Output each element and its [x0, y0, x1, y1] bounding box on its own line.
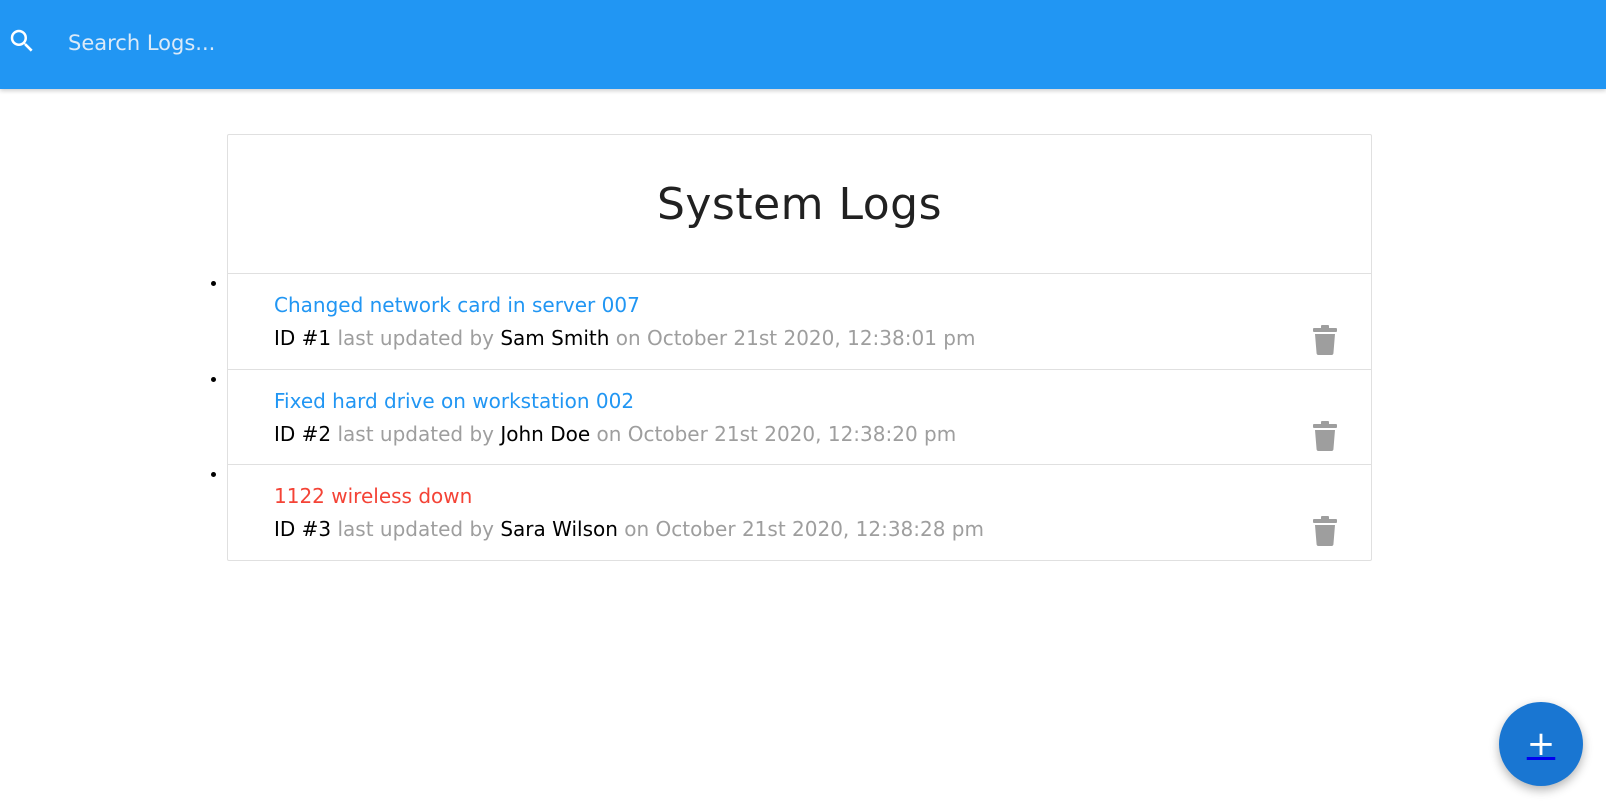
- log-tech: Sam Smith: [500, 326, 610, 350]
- log-message-link[interactable]: Changed network card in server 007: [274, 293, 640, 317]
- log-message-link[interactable]: Fixed hard drive on workstation 002: [274, 389, 634, 413]
- search-input[interactable]: [68, 22, 1568, 64]
- log-item: Changed network card in server 007 ID #1…: [228, 274, 1371, 370]
- log-updated-by-text: last updated by: [331, 421, 501, 446]
- log-date: on October 21st 2020, 12:38:28 pm: [617, 517, 984, 541]
- add-log-button[interactable]: +: [1499, 702, 1583, 786]
- log-tech: John Doe: [500, 421, 591, 446]
- log-item: Fixed hard drive on workstation 002 ID #…: [228, 370, 1371, 465]
- log-updated-by-text: last updated by: [331, 326, 501, 350]
- log-item: 1122 wireless down ID #3 last updated by…: [228, 465, 1371, 561]
- collection-header: System Logs: [228, 135, 1371, 274]
- log-meta: ID #3 last updated by Sara Wilson on Oct…: [274, 517, 984, 541]
- logs-collection: System Logs Changed network card in serv…: [227, 134, 1372, 561]
- log-date: on October 21st 2020, 12:38:01 pm: [609, 326, 976, 350]
- log-meta: ID #2 last updated by John Doe on Octobe…: [274, 422, 956, 446]
- log-id: ID #2: [274, 421, 332, 446]
- log-meta: ID #1 last updated by Sam Smith on Octob…: [274, 326, 975, 350]
- top-navbar: [0, 0, 1606, 89]
- delete-log-button[interactable]: [1312, 516, 1338, 547]
- trash-icon: [1313, 420, 1337, 451]
- log-id: ID #3: [274, 517, 332, 541]
- log-id: ID #1: [274, 326, 332, 350]
- trash-icon: [1313, 516, 1337, 547]
- add-icon: +: [1526, 724, 1556, 764]
- log-tech: Sara Wilson: [500, 517, 618, 541]
- search-icon[interactable]: [7, 26, 37, 56]
- delete-log-button[interactable]: [1312, 420, 1338, 451]
- page-title: System Logs: [656, 178, 943, 230]
- trash-icon: [1313, 325, 1337, 356]
- delete-log-button[interactable]: [1312, 325, 1338, 356]
- log-message-link[interactable]: 1122 wireless down: [274, 484, 472, 508]
- log-date: on October 21st 2020, 12:38:20 pm: [590, 421, 957, 446]
- log-updated-by-text: last updated by: [331, 517, 501, 541]
